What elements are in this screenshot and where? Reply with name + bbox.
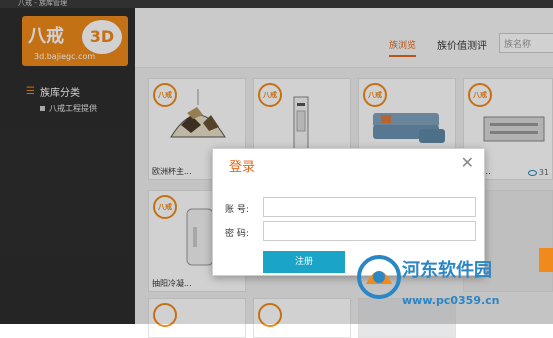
- password-label: 密 码:: [225, 229, 249, 239]
- watermark-url: www.pc0359.cn: [402, 294, 500, 307]
- account-field[interactable]: [263, 197, 476, 217]
- register-button[interactable]: 注册: [263, 251, 345, 273]
- watermark: 河东软件园 www.pc0359.cn: [354, 246, 553, 324]
- watermark-text: 河东软件园: [402, 260, 492, 281]
- dialog-title: 登录: [229, 160, 256, 175]
- watermark-logo-icon: [357, 255, 401, 299]
- close-icon[interactable]: ✕: [461, 153, 474, 172]
- account-label: 账 号:: [225, 205, 249, 215]
- password-field[interactable]: [263, 221, 476, 241]
